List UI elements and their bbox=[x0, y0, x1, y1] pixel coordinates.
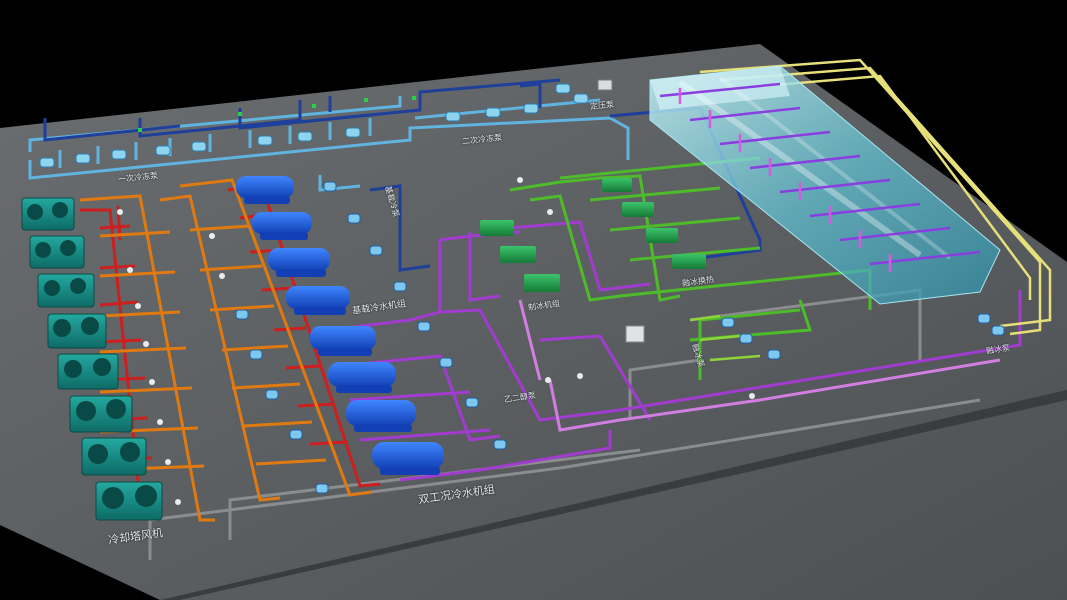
cooling-tower-icon bbox=[37, 273, 95, 308]
pump-icon bbox=[721, 317, 735, 328]
chiller-icon bbox=[310, 326, 376, 356]
valve-icon bbox=[149, 379, 155, 385]
valve-icon bbox=[545, 377, 551, 383]
heat-exchanger-icon bbox=[672, 254, 706, 269]
chiller-icon bbox=[346, 400, 416, 432]
pump-icon bbox=[991, 325, 1005, 336]
pump-icon bbox=[739, 333, 753, 344]
pump-icon bbox=[235, 309, 249, 320]
chiller-icon bbox=[268, 248, 330, 277]
chiller-icon bbox=[328, 362, 396, 393]
chiller-icon bbox=[286, 286, 350, 315]
cooling-tower-icon bbox=[47, 313, 107, 349]
valve-icon bbox=[157, 419, 163, 425]
pump-icon bbox=[369, 245, 383, 256]
pump-icon bbox=[493, 439, 507, 450]
pump-icon bbox=[249, 349, 263, 360]
pump-icon bbox=[315, 483, 329, 494]
pump-icon bbox=[265, 389, 279, 400]
pump-icon bbox=[347, 213, 361, 224]
cooling-tower-icon bbox=[29, 235, 85, 269]
valve-icon bbox=[517, 177, 523, 183]
valve-icon bbox=[127, 267, 133, 273]
valve-icon bbox=[209, 233, 215, 239]
valve-icon bbox=[165, 459, 171, 465]
valve-icon bbox=[547, 209, 553, 215]
pump-icon bbox=[439, 357, 453, 368]
pump-icon bbox=[767, 349, 781, 360]
valve-icon bbox=[219, 273, 225, 279]
pump-icon bbox=[323, 181, 337, 192]
heat-exchanger-icon bbox=[622, 202, 654, 217]
pump-icon bbox=[393, 281, 407, 292]
heat-exchanger-icon bbox=[602, 178, 632, 192]
valve-icon bbox=[577, 373, 583, 379]
heat-exchanger-icon bbox=[524, 274, 560, 292]
cooling-tower-icon bbox=[21, 197, 75, 231]
pump-icon bbox=[417, 321, 431, 332]
valve-icon bbox=[143, 341, 149, 347]
heat-exchanger-icon bbox=[500, 246, 536, 263]
valve-icon bbox=[117, 209, 123, 215]
heat-exchanger-icon bbox=[646, 228, 678, 243]
valve-icon bbox=[175, 499, 181, 505]
chiller-icon bbox=[252, 212, 312, 240]
valve-icon bbox=[749, 393, 755, 399]
hvac-ice-storage-diagram bbox=[0, 44, 1067, 600]
pump-icon bbox=[289, 429, 303, 440]
cooling-tower-icon bbox=[81, 437, 147, 476]
chiller-icon bbox=[372, 442, 444, 475]
pump-icon bbox=[977, 313, 991, 324]
cooling-tower-icon bbox=[95, 481, 163, 521]
valve-icon bbox=[135, 303, 141, 309]
pump-icon bbox=[465, 397, 479, 408]
cooling-tower-icon bbox=[69, 395, 133, 433]
heat-exchanger-icon bbox=[480, 220, 514, 236]
cooling-tower-icon bbox=[57, 353, 119, 390]
chiller-icon bbox=[236, 176, 294, 204]
